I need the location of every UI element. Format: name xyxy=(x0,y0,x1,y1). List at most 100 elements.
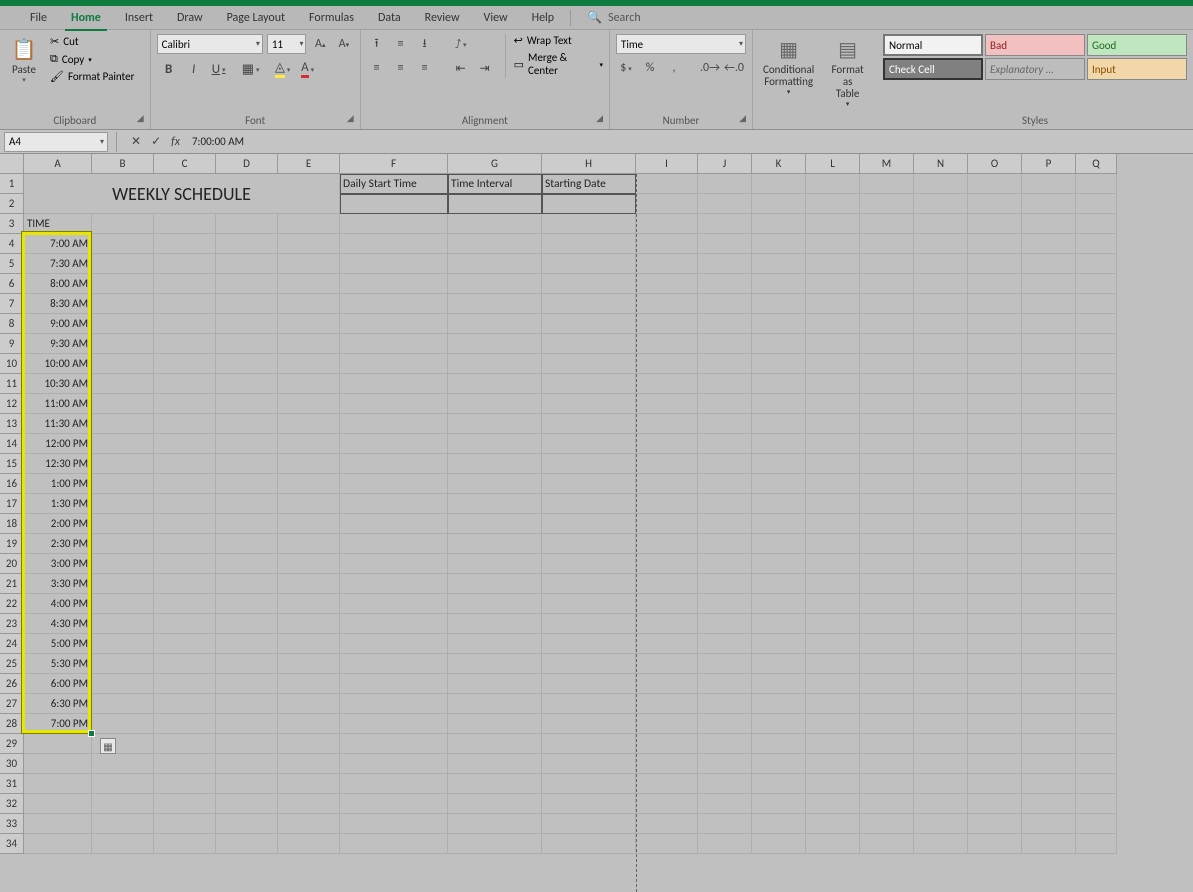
cell[interactable] xyxy=(154,514,216,534)
cell[interactable] xyxy=(154,434,216,454)
style-check-cell[interactable]: Check Cell xyxy=(883,58,983,80)
cell[interactable] xyxy=(1076,494,1117,514)
cell[interactable] xyxy=(216,274,278,294)
row-header[interactable]: 21 xyxy=(0,574,24,594)
cell[interactable] xyxy=(636,594,698,614)
cell[interactable] xyxy=(806,714,860,734)
cell[interactable] xyxy=(448,254,542,274)
cell[interactable] xyxy=(636,234,698,254)
cell[interactable] xyxy=(1076,594,1117,614)
cell[interactable] xyxy=(1022,474,1076,494)
cell[interactable] xyxy=(914,814,968,834)
cell[interactable] xyxy=(278,634,340,654)
dialog-launcher-icon[interactable]: ◢ xyxy=(596,111,603,127)
cell[interactable] xyxy=(968,454,1022,474)
cell[interactable] xyxy=(860,814,914,834)
align-right-icon[interactable]: ≡ xyxy=(415,58,435,78)
cell[interactable] xyxy=(92,254,154,274)
cell[interactable] xyxy=(154,394,216,414)
cell[interactable] xyxy=(542,494,636,514)
cell[interactable] xyxy=(448,774,542,794)
cell[interactable] xyxy=(806,774,860,794)
cell[interactable] xyxy=(860,714,914,734)
cell[interactable] xyxy=(860,254,914,274)
cell[interactable]: 8:00 AM xyxy=(24,274,92,294)
cell[interactable] xyxy=(216,754,278,774)
cell[interactable] xyxy=(636,194,698,214)
cell[interactable] xyxy=(1076,694,1117,714)
cell[interactable] xyxy=(752,714,806,734)
row-header[interactable]: 8 xyxy=(0,314,24,334)
cell[interactable] xyxy=(1022,314,1076,334)
cell[interactable] xyxy=(448,554,542,574)
cell[interactable] xyxy=(968,814,1022,834)
cell[interactable] xyxy=(542,474,636,494)
cell[interactable] xyxy=(1022,654,1076,674)
cell[interactable] xyxy=(340,214,448,234)
cell[interactable] xyxy=(542,394,636,414)
cell[interactable] xyxy=(806,674,860,694)
cell[interactable] xyxy=(340,734,448,754)
cell[interactable] xyxy=(278,514,340,534)
cell[interactable] xyxy=(968,514,1022,534)
cell[interactable] xyxy=(1076,834,1117,854)
cell[interactable] xyxy=(216,534,278,554)
cell[interactable]: 6:30 PM xyxy=(24,694,92,714)
cell[interactable] xyxy=(278,314,340,334)
cell[interactable] xyxy=(154,734,216,754)
cell[interactable] xyxy=(216,674,278,694)
copy-button[interactable]: ⧉Copy▾ xyxy=(48,51,136,67)
cell[interactable] xyxy=(216,334,278,354)
cell[interactable] xyxy=(698,454,752,474)
cell[interactable] xyxy=(92,634,154,654)
menu-insert[interactable]: Insert xyxy=(113,6,165,30)
cell[interactable] xyxy=(1076,794,1117,814)
cell[interactable] xyxy=(698,354,752,374)
cell[interactable] xyxy=(92,714,154,734)
cell[interactable] xyxy=(542,834,636,854)
cell[interactable] xyxy=(278,234,340,254)
cell[interactable] xyxy=(278,254,340,274)
cell[interactable] xyxy=(542,514,636,534)
cell[interactable] xyxy=(914,394,968,414)
formula-input[interactable]: 7:00:00 AM xyxy=(186,132,1193,152)
cell[interactable] xyxy=(448,494,542,514)
cell[interactable] xyxy=(968,234,1022,254)
cell[interactable] xyxy=(448,534,542,554)
cell[interactable] xyxy=(806,414,860,434)
cell[interactable] xyxy=(860,334,914,354)
cell[interactable] xyxy=(806,194,860,214)
cell[interactable] xyxy=(968,674,1022,694)
column-header[interactable]: J xyxy=(698,154,752,174)
currency-icon[interactable]: $ xyxy=(616,58,636,78)
cell[interactable] xyxy=(968,474,1022,494)
cell[interactable] xyxy=(752,634,806,654)
cell[interactable] xyxy=(806,474,860,494)
bold-button[interactable]: B xyxy=(157,58,181,80)
cell[interactable] xyxy=(542,534,636,554)
cell[interactable] xyxy=(806,574,860,594)
font-color-button[interactable]: A xyxy=(296,58,320,80)
cell[interactable] xyxy=(968,834,1022,854)
cell[interactable] xyxy=(1022,694,1076,714)
cell[interactable] xyxy=(278,694,340,714)
cell[interactable] xyxy=(340,494,448,514)
cell[interactable] xyxy=(542,194,636,214)
cell[interactable] xyxy=(914,234,968,254)
cell[interactable] xyxy=(92,674,154,694)
row-header[interactable]: 15 xyxy=(0,454,24,474)
cell[interactable] xyxy=(92,614,154,634)
cell[interactable] xyxy=(752,514,806,534)
cell[interactable] xyxy=(698,294,752,314)
cell[interactable] xyxy=(448,434,542,454)
cell[interactable] xyxy=(968,694,1022,714)
title-cell[interactable]: WEEKLY SCHEDULE xyxy=(24,174,340,214)
cell[interactable] xyxy=(1022,634,1076,654)
column-header[interactable]: G xyxy=(448,154,542,174)
row-header[interactable]: 30 xyxy=(0,754,24,774)
row-header[interactable]: 34 xyxy=(0,834,24,854)
cell[interactable] xyxy=(968,414,1022,434)
cell[interactable] xyxy=(216,494,278,514)
cell[interactable] xyxy=(968,174,1022,194)
cell[interactable] xyxy=(340,334,448,354)
